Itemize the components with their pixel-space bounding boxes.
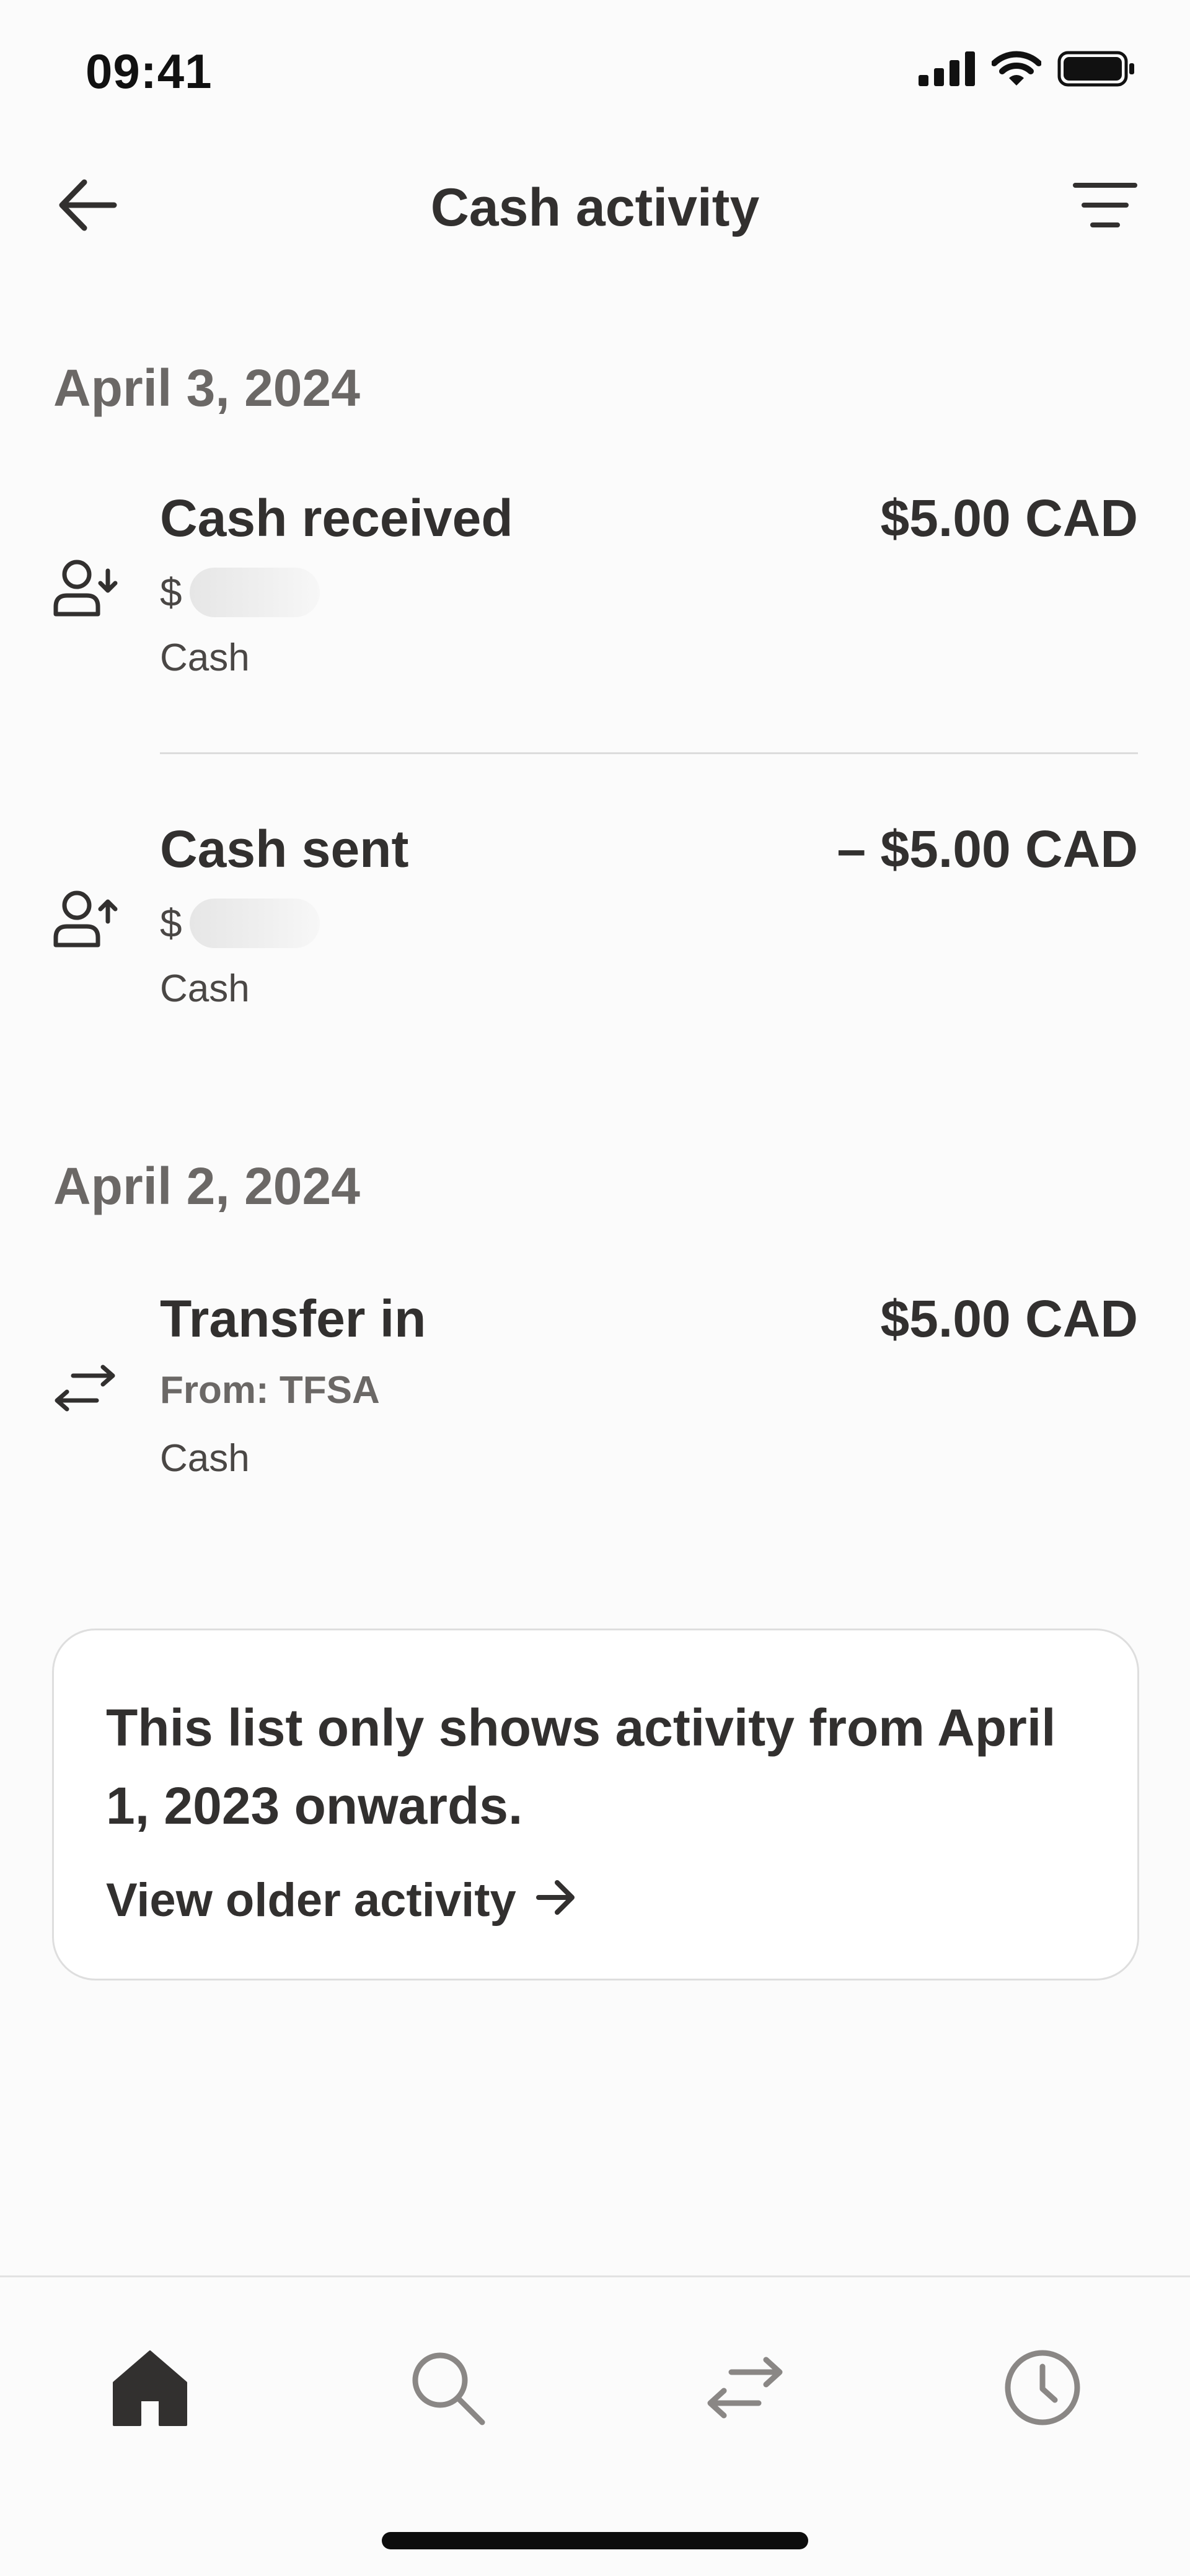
row-amount: $5.00 CAD (880, 1290, 1138, 1348)
filter-icon (1073, 180, 1137, 233)
row-subtitle: $ (160, 568, 320, 617)
nav-transfer[interactable] (695, 2339, 795, 2438)
row-title: Cash sent (160, 820, 409, 878)
view-older-activity-link[interactable]: View older activity (106, 1873, 578, 1927)
header: Cash activity (0, 144, 1190, 268)
info-card: This list only shows activity from April… (52, 1629, 1139, 1980)
row-title: Transfer in (160, 1290, 426, 1348)
row-title: Cash received (160, 489, 513, 547)
nav-search[interactable] (398, 2339, 497, 2438)
row-subtitle: From: TFSA (160, 1369, 380, 1412)
signal-icon (919, 51, 976, 89)
status-bar: 09:41 (0, 0, 1190, 144)
row-subtitle: $ (160, 899, 320, 948)
row-type: Cash (160, 1437, 250, 1480)
row-amount: – $5.00 CAD (837, 820, 1138, 878)
divider (160, 752, 1138, 754)
info-card-text: This list only shows activity from April… (106, 1699, 1056, 1835)
search-icon (408, 2348, 487, 2430)
redacted-value (189, 568, 320, 617)
row-type: Cash (160, 636, 250, 679)
status-icons (919, 51, 1135, 90)
row-amount: $5.00 CAD (880, 489, 1138, 547)
transfer-arrows-icon (51, 1356, 119, 1424)
activity-row-cash-received[interactable]: Cash received $5.00 CAD $ Cash (0, 473, 1190, 765)
wifi-icon (991, 51, 1042, 90)
bottom-navigation (0, 2275, 1190, 2576)
page-title: Cash activity (430, 178, 760, 237)
redacted-value (189, 899, 320, 948)
row-sub-text: $ (160, 901, 182, 946)
row-sub-text: $ (160, 570, 182, 615)
status-time: 09:41 (86, 44, 213, 99)
activity-row-transfer-in[interactable]: Transfer in $5.00 CAD From: TFSA Cash (0, 1274, 1190, 1565)
view-older-activity-label: View older activity (106, 1874, 516, 1927)
transfer-icon (704, 2354, 786, 2425)
row-type: Cash (160, 967, 250, 1010)
clock-icon (1003, 2348, 1082, 2430)
home-indicator (382, 2532, 808, 2549)
activity-row-cash-sent[interactable]: Cash sent – $5.00 CAD $ Cash (0, 804, 1190, 1096)
nav-activity[interactable] (993, 2339, 1092, 2438)
date-heading: April 2, 2024 (53, 1157, 360, 1215)
filter-button[interactable] (1065, 172, 1145, 240)
date-heading: April 3, 2024 (53, 359, 360, 417)
home-icon (110, 2349, 190, 2429)
person-receive-icon (51, 554, 119, 622)
person-send-icon (51, 885, 119, 953)
arrow-right-icon (535, 1873, 578, 1927)
nav-home[interactable] (100, 2339, 200, 2438)
battery-icon (1057, 51, 1135, 90)
